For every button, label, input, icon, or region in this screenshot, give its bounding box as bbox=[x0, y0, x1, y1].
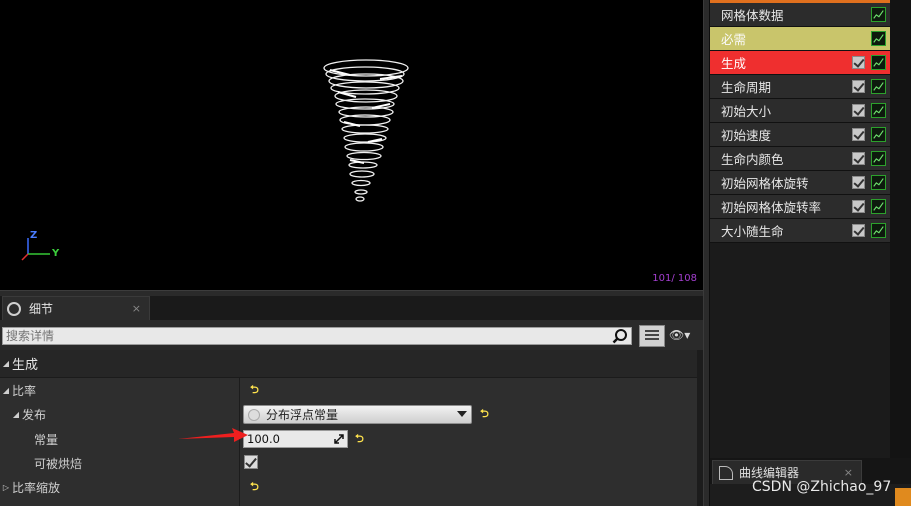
reset-to-default-icon[interactable]: ⮌ bbox=[480, 405, 489, 424]
property-row-bakeable: 可被烘焙 bbox=[0, 451, 697, 475]
module-list-scrollbar[interactable] bbox=[890, 0, 911, 458]
details-scrollbar[interactable] bbox=[697, 350, 703, 506]
particle-viewport[interactable]: Z Y 101/ 108 bbox=[0, 0, 703, 290]
property-label-bakeable: 可被烘焙 bbox=[34, 456, 83, 471]
curve-graph-icon[interactable] bbox=[871, 79, 886, 94]
module-item[interactable]: 生命周期 bbox=[710, 75, 890, 99]
module-enable-checkbox[interactable] bbox=[852, 224, 865, 237]
vertical-splitter[interactable] bbox=[703, 0, 710, 506]
tornado-particle-effect bbox=[323, 59, 409, 202]
module-item[interactable]: 初始大小 bbox=[710, 99, 890, 123]
details-magnifier-icon bbox=[7, 301, 21, 316]
module-enable-checkbox[interactable] bbox=[852, 200, 865, 213]
property-row-constant: 常量 ⮌ bbox=[0, 427, 697, 451]
module-label: 初始速度 bbox=[721, 128, 772, 143]
search-icon[interactable] bbox=[612, 328, 628, 344]
axis-gizmo: Z Y bbox=[14, 228, 74, 268]
reset-to-default-icon[interactable]: ⮌ bbox=[355, 430, 364, 449]
emitter-module-list: 网格体数据必需生成生命周期初始大小初始速度生命内颜色初始网格体旋转 初始网格体旋转… bbox=[710, 0, 890, 458]
module-item[interactable]: 网格体数据 bbox=[710, 3, 890, 27]
property-label-constant: 常量 bbox=[34, 432, 59, 447]
constant-value-field[interactable]: 100.0 bbox=[243, 430, 348, 448]
curve-graph-icon[interactable] bbox=[871, 223, 886, 238]
list-icon bbox=[645, 330, 659, 342]
close-icon[interactable]: × bbox=[844, 466, 853, 479]
module-item[interactable]: 生成 bbox=[710, 51, 890, 75]
distribution-icon bbox=[248, 408, 260, 421]
property-label-distribution: 发布 bbox=[22, 407, 47, 422]
module-label: 网格体数据 bbox=[721, 8, 784, 23]
module-label: 初始网格体旋转 bbox=[721, 176, 809, 191]
module-item[interactable]: 大小随生命 bbox=[710, 219, 890, 243]
module-label: 生命周期 bbox=[721, 80, 772, 95]
collapsed-arrow-icon[interactable]: ▷ bbox=[0, 483, 12, 492]
axis-z-label: Z bbox=[30, 230, 38, 241]
details-search-row: 👁▾ bbox=[0, 320, 703, 350]
module-enable-checkbox[interactable] bbox=[852, 128, 865, 141]
distribution-value: 分布浮点常量 bbox=[266, 408, 339, 422]
module-item[interactable]: 初始速度 bbox=[710, 123, 890, 147]
module-item[interactable]: 初始网格体旋转率 bbox=[710, 195, 890, 219]
details-properties: ◢ 生成 ◢ 比率 ⮌ ◢ 发布 ⮌ 常量 ⮌ 可被烘焙 ▷ 比率缩放 ⮌ bbox=[0, 350, 703, 506]
curve-toolbar-button[interactable] bbox=[895, 488, 911, 506]
bakeable-checkbox[interactable] bbox=[244, 455, 258, 469]
property-matrix-button[interactable] bbox=[639, 325, 665, 347]
red-annotation-arrow bbox=[178, 428, 248, 442]
module-item[interactable]: 生命内颜色 bbox=[710, 147, 890, 171]
curve-icon bbox=[719, 465, 733, 480]
module-enable-checkbox[interactable] bbox=[852, 152, 865, 165]
property-row-rate-scale: ▷ 比率缩放 ⮌ bbox=[0, 475, 697, 499]
category-label: 生成 bbox=[12, 358, 39, 373]
module-enable-checkbox[interactable] bbox=[852, 80, 865, 93]
module-enable-checkbox[interactable] bbox=[852, 104, 865, 117]
curve-graph-icon[interactable] bbox=[871, 199, 886, 214]
close-icon[interactable]: × bbox=[132, 302, 141, 315]
curve-graph-icon[interactable] bbox=[871, 55, 886, 70]
distribution-type-dropdown[interactable]: 分布浮点常量 bbox=[243, 405, 472, 424]
details-tab-bar: 细节 × bbox=[0, 296, 703, 320]
particle-counter: 101/ 108 bbox=[652, 273, 697, 284]
reset-to-default-icon[interactable]: ⮌ bbox=[250, 381, 259, 400]
module-enable-checkbox[interactable] bbox=[852, 176, 865, 189]
expand-arrow-icon: ◢ bbox=[2, 359, 10, 368]
curve-graph-icon[interactable] bbox=[871, 7, 886, 22]
reset-to-default-icon[interactable]: ⮌ bbox=[250, 478, 259, 497]
module-label: 生成 bbox=[721, 56, 747, 71]
chevron-down-icon bbox=[457, 411, 467, 417]
search-input[interactable] bbox=[2, 327, 632, 345]
expand-field-icon[interactable] bbox=[334, 434, 344, 444]
curve-graph-icon[interactable] bbox=[871, 127, 886, 142]
watermark: CSDN @Zhichao_97 bbox=[752, 479, 892, 495]
curve-graph-icon[interactable] bbox=[871, 31, 886, 46]
view-options-eye-icon[interactable]: 👁▾ bbox=[669, 328, 701, 344]
expand-arrow-icon[interactable]: ◢ bbox=[10, 410, 22, 419]
module-label: 大小随生命 bbox=[721, 224, 784, 239]
module-item[interactable]: 初始网格体旋转 bbox=[710, 171, 890, 195]
property-label-rate: 比率 bbox=[12, 383, 37, 398]
details-tab-label: 细节 bbox=[29, 302, 54, 316]
curve-graph-icon[interactable] bbox=[871, 103, 886, 118]
module-label: 初始大小 bbox=[721, 104, 772, 119]
module-enable-checkbox[interactable] bbox=[852, 56, 865, 69]
module-label: 必需 bbox=[721, 32, 747, 47]
tab-details[interactable]: 细节 × bbox=[2, 296, 150, 320]
expand-arrow-icon[interactable]: ◢ bbox=[0, 386, 12, 395]
property-row-rate: ◢ 比率 ⮌ bbox=[0, 378, 697, 402]
curve-graph-icon[interactable] bbox=[871, 175, 886, 190]
axis-y-label: Y bbox=[52, 248, 60, 259]
module-label: 初始网格体旋转率 bbox=[721, 200, 822, 215]
property-label-rate-scale: 比率缩放 bbox=[12, 480, 61, 495]
module-item[interactable]: 必需 bbox=[710, 27, 890, 51]
curve-graph-icon[interactable] bbox=[871, 151, 886, 166]
category-spawn[interactable]: ◢ 生成 bbox=[0, 350, 697, 378]
module-label: 生命内颜色 bbox=[721, 152, 784, 167]
